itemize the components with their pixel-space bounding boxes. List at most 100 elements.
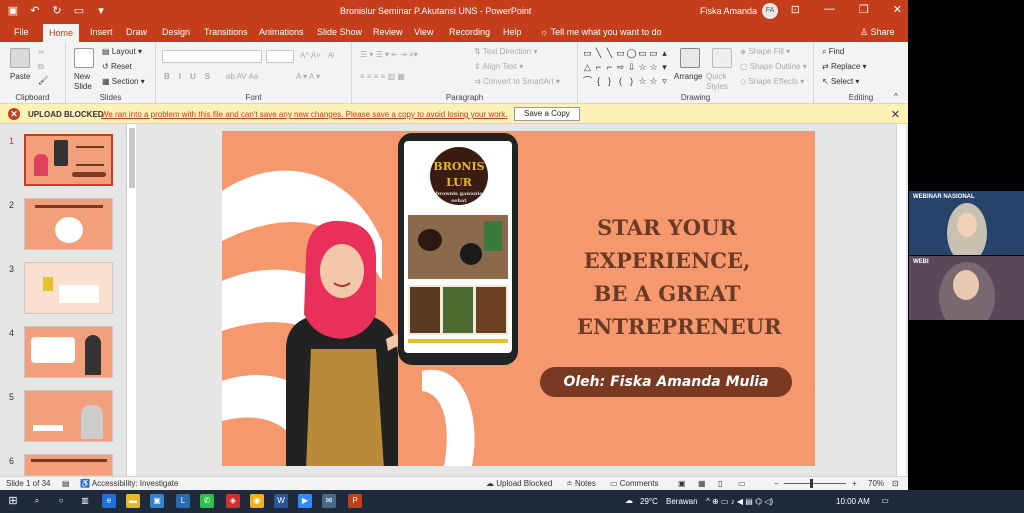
- slide-thumbnail[interactable]: [24, 326, 113, 378]
- reset-button[interactable]: ↺ Reset: [102, 62, 132, 71]
- zoom-slider-thumb[interactable]: [810, 479, 813, 488]
- tell-me-search[interactable]: ☼ Tell me what you want to do: [540, 27, 662, 37]
- chrome-icon[interactable]: ◉: [250, 494, 264, 508]
- redo-icon[interactable]: ↻: [50, 4, 64, 18]
- normal-view-icon[interactable]: ▣: [678, 479, 686, 488]
- save-copy-button[interactable]: Save a Copy: [514, 107, 580, 121]
- file-explorer-icon[interactable]: ▬: [126, 494, 140, 508]
- weather-text[interactable]: Berawan: [666, 497, 698, 506]
- text-direction-button[interactable]: ⇅ Text Direction ▾: [474, 47, 538, 56]
- new-slide-button[interactable]: New Slide: [74, 72, 98, 92]
- tab-design[interactable]: Design: [162, 27, 190, 37]
- slide-thumbnail[interactable]: [24, 198, 113, 250]
- save-icon[interactable]: ▣: [6, 4, 20, 18]
- arrange-button[interactable]: Arrange: [674, 72, 702, 81]
- task-view-icon[interactable]: ○: [54, 494, 68, 508]
- close-message-icon[interactable]: ✕: [891, 108, 900, 121]
- clear-format-icon[interactable]: A̸: [328, 51, 333, 60]
- slide-thumbnail[interactable]: [24, 134, 113, 186]
- tab-slide-show[interactable]: Slide Show: [317, 27, 362, 37]
- layout-button[interactable]: ▤ Layout ▾: [102, 47, 142, 56]
- slide-thumbnail[interactable]: [24, 390, 113, 442]
- shield-icon[interactable]: ◈: [226, 494, 240, 508]
- font-size-buttons[interactable]: A^ A˅: [300, 51, 321, 60]
- thumbnail-scrollbar[interactable]: [126, 124, 136, 476]
- font-color-icon[interactable]: A ▾ A ▾: [296, 72, 320, 81]
- align-text-button[interactable]: ⇕ Align Text ▾: [474, 62, 523, 71]
- shapes-gallery[interactable]: ▭ ╲ ╲ ▭ ◯ ▭ ▭ ▴ △ ⌐ ⌐ ⇨ ⇩ ☆ ☆ ▾ ⌒{}() ☆ ☆ ▿: [582, 46, 670, 88]
- powerpoint-icon[interactable]: P: [348, 494, 362, 508]
- cut-icon[interactable]: ✂: [38, 48, 45, 57]
- tab-view[interactable]: View: [414, 27, 433, 37]
- widgets-icon[interactable]: ▥: [78, 494, 92, 508]
- comments-button[interactable]: ▭ Comments: [610, 479, 658, 488]
- user-name[interactable]: Fiska Amanda: [700, 6, 757, 16]
- arrange-icon[interactable]: [680, 48, 700, 68]
- accessibility-button[interactable]: ♿ Accessibility: Investigate: [80, 479, 178, 488]
- windows-start-icon[interactable]: ⊞: [6, 494, 20, 508]
- tab-home[interactable]: Home: [43, 24, 80, 42]
- shape-effects-button[interactable]: ◇ Shape Effects ▾: [740, 77, 804, 86]
- slideshow-icon[interactable]: ▭: [738, 479, 746, 488]
- tab-file[interactable]: File: [14, 27, 29, 37]
- slide-thumbnail[interactable]: [24, 262, 113, 314]
- select-button[interactable]: ↖ Select ▾: [822, 77, 859, 86]
- maximize-icon[interactable]: ❐: [859, 3, 869, 16]
- copy-icon[interactable]: ⧉: [38, 62, 44, 72]
- collapse-ribbon-icon[interactable]: ^: [894, 92, 898, 101]
- zoom-slider[interactable]: [784, 483, 846, 484]
- paste-button[interactable]: Paste: [10, 72, 30, 81]
- temperature[interactable]: 29°C: [640, 497, 658, 506]
- slide-thumbnail[interactable]: [24, 454, 113, 476]
- message-link[interactable]: We ran into a problem with this file and…: [101, 110, 508, 119]
- char-spacing-icon[interactable]: ab AV Aa: [226, 72, 258, 81]
- upload-blocked-status[interactable]: ☁ Upload Blocked: [486, 479, 552, 488]
- replace-button[interactable]: ⇄ Replace ▾: [822, 62, 867, 71]
- present-icon[interactable]: ▭: [72, 4, 86, 18]
- zoom-out-icon[interactable]: −: [774, 479, 779, 488]
- edge-icon[interactable]: e: [102, 494, 116, 508]
- tab-insert[interactable]: Insert: [90, 27, 113, 37]
- reading-view-icon[interactable]: ▯: [718, 479, 722, 488]
- font-family-field[interactable]: [162, 50, 262, 63]
- slide-scrollbar[interactable]: [896, 124, 906, 476]
- quick-styles-icon[interactable]: [712, 48, 732, 68]
- customize-icon[interactable]: ▾: [94, 4, 108, 18]
- store-icon[interactable]: ▣: [150, 494, 164, 508]
- minimize-icon[interactable]: —: [824, 3, 835, 16]
- spellcheck-icon[interactable]: ▤: [62, 479, 70, 488]
- tab-recording[interactable]: Recording: [449, 27, 490, 37]
- ribbon-display-icon[interactable]: ⊡: [791, 3, 800, 16]
- close-icon[interactable]: ✕: [893, 3, 902, 16]
- app-icon[interactable]: L: [176, 494, 190, 508]
- scrollbar-thumb[interactable]: [129, 128, 135, 188]
- format-painter-icon[interactable]: 🖌: [38, 76, 48, 85]
- slide-sorter-icon[interactable]: ▦: [698, 479, 706, 488]
- shape-outline-button[interactable]: ▢ Shape Outline ▾: [740, 62, 807, 71]
- paste-icon[interactable]: [10, 48, 30, 68]
- new-slide-icon[interactable]: [74, 48, 94, 68]
- weather-icon[interactable]: ☁: [622, 494, 636, 508]
- notifications-icon[interactable]: ▭: [878, 494, 892, 508]
- tray-icons[interactable]: ^ ⊕ ▭ ♪ ◀ ▤ ⌬ ◁): [706, 497, 773, 506]
- align-buttons[interactable]: ≡ ≡ ≡ ≡ ▥ ▦: [360, 72, 405, 81]
- notes-button[interactable]: ≐ Notes: [566, 479, 596, 488]
- section-button[interactable]: ▦ Section ▾: [102, 77, 145, 86]
- mail-icon[interactable]: ✉: [322, 494, 336, 508]
- avatar[interactable]: FA: [762, 3, 778, 19]
- font-size-field[interactable]: [266, 50, 294, 63]
- zoom-level[interactable]: 70%: [868, 479, 884, 488]
- whatsapp-icon[interactable]: ✆: [200, 494, 214, 508]
- tab-transitions[interactable]: Transitions: [204, 27, 248, 37]
- quick-styles-button[interactable]: Quick Styles: [706, 72, 736, 92]
- share-button[interactable]: ♙ Share: [860, 27, 895, 38]
- search-icon[interactable]: ⌕: [30, 494, 44, 508]
- tab-help[interactable]: Help: [503, 27, 522, 37]
- shape-fill-button[interactable]: ◈ Shape Fill ▾: [740, 47, 790, 56]
- clock[interactable]: 10:00 AM: [836, 497, 870, 506]
- word-icon[interactable]: W: [274, 494, 288, 508]
- tab-draw[interactable]: Draw: [126, 27, 147, 37]
- font-style-buttons[interactable]: BIUS: [164, 72, 219, 81]
- zoom-in-icon[interactable]: +: [852, 479, 857, 488]
- fit-slide-icon[interactable]: ⊡: [892, 479, 899, 488]
